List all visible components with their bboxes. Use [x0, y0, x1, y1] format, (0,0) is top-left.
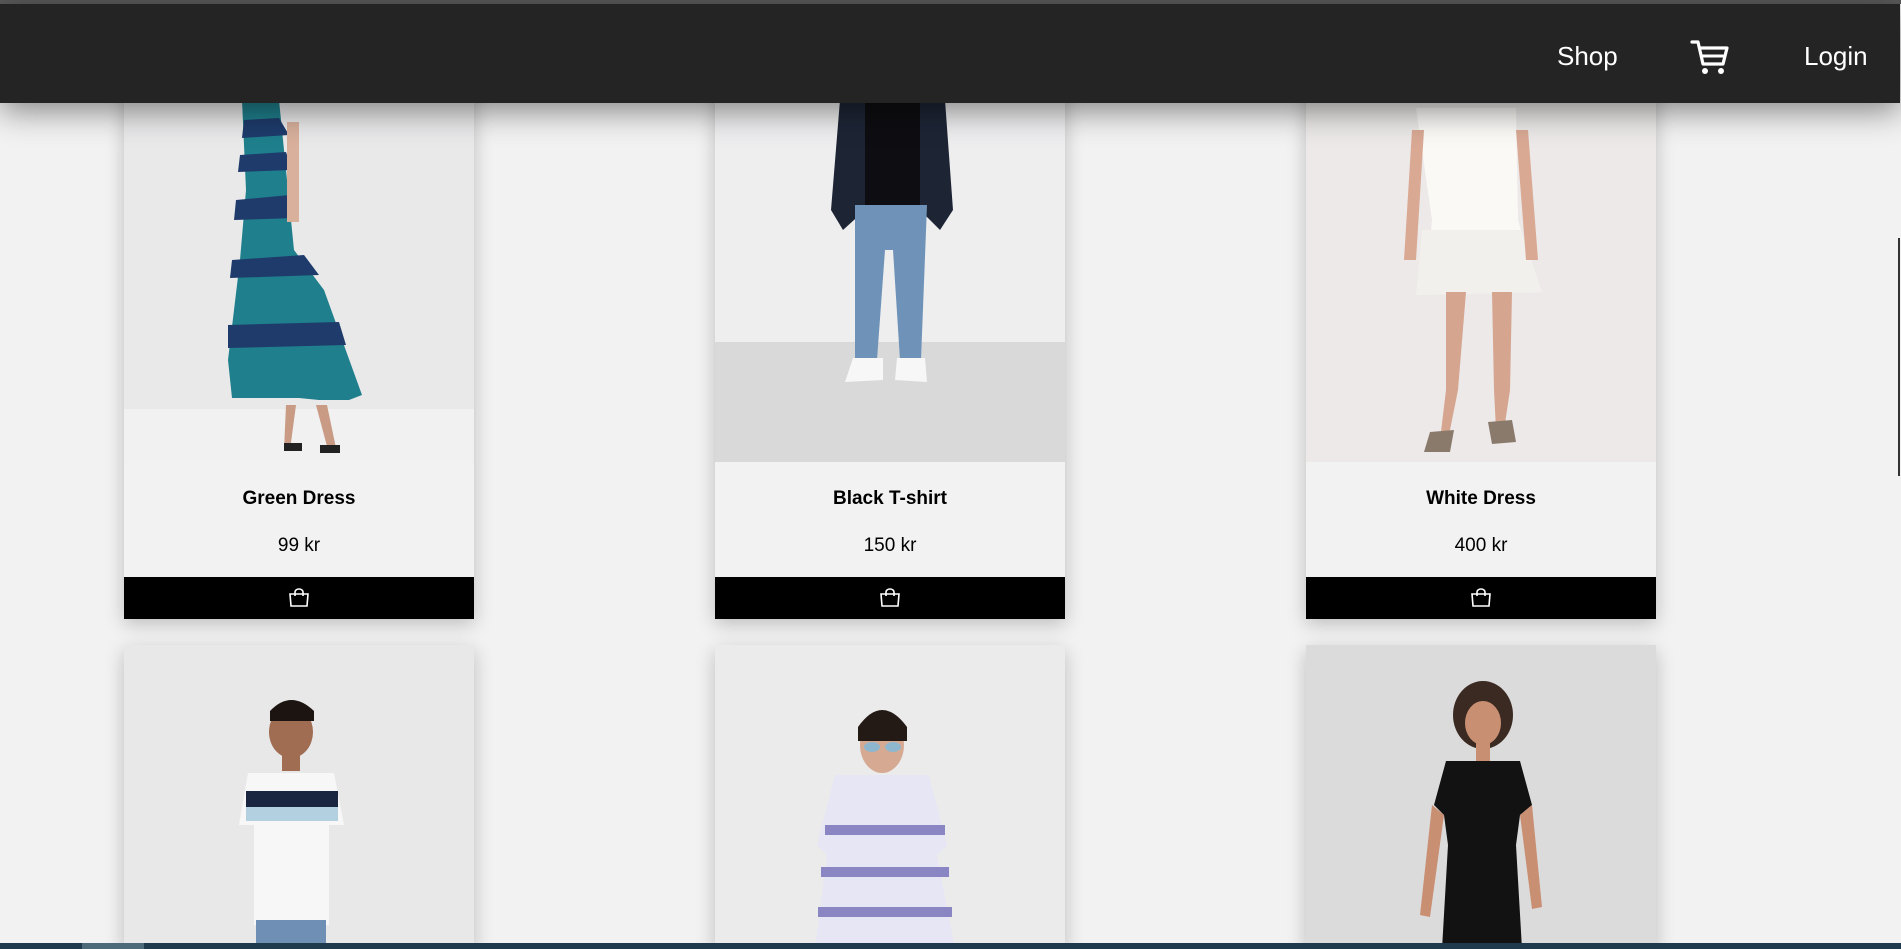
product-card: Green Dress 99 kr: [124, 60, 474, 619]
navbar: Shop Login: [0, 4, 1900, 103]
product-card: Black T-shirt 150 kr: [715, 60, 1065, 619]
product-price: 150 kr: [863, 535, 917, 556]
product-name: Black T-shirt: [832, 488, 948, 509]
shopping-bag-icon: [1471, 588, 1491, 607]
shopping-bag-icon: [880, 588, 900, 607]
product-card: [124, 645, 474, 949]
add-to-cart-button[interactable]: [1306, 577, 1656, 619]
product-image[interactable]: [715, 645, 1065, 949]
taskbar-segment: [82, 943, 144, 949]
shopping-cart-icon[interactable]: [1690, 37, 1730, 77]
nav-link-shop[interactable]: Shop: [1557, 40, 1618, 72]
product-name: Green Dress: [242, 488, 356, 509]
product-image[interactable]: [124, 645, 474, 949]
product-image-black-tshirt[interactable]: [715, 60, 1065, 462]
product-image[interactable]: [1306, 645, 1656, 949]
shopping-bag-icon: [289, 588, 309, 607]
product-name: White Dress: [1426, 488, 1536, 509]
product-image-white-dress[interactable]: [1306, 60, 1656, 462]
product-card: [715, 645, 1065, 949]
product-card: [1306, 645, 1656, 949]
product-card: White Dress 400 kr: [1306, 60, 1656, 619]
product-price: 99 kr: [277, 535, 321, 556]
nav-link-login[interactable]: Login: [1804, 40, 1868, 72]
scrollbar-thumb[interactable]: [1898, 238, 1900, 476]
taskbar-strip: [0, 943, 1901, 949]
add-to-cart-button[interactable]: [715, 577, 1065, 619]
add-to-cart-button[interactable]: [124, 577, 474, 619]
product-image-green-dress[interactable]: [124, 60, 474, 462]
product-price: 400 kr: [1454, 535, 1508, 556]
